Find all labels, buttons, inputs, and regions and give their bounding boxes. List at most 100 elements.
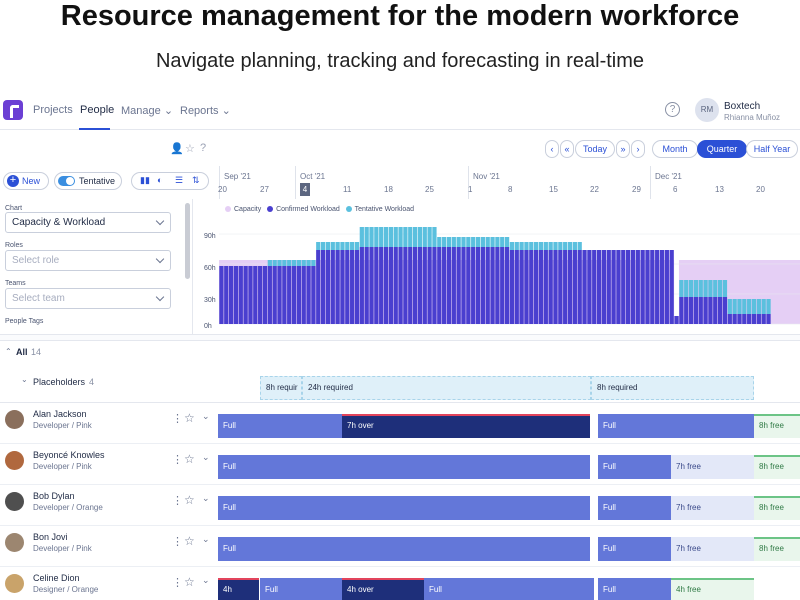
tentative-bar[interactable]	[379, 227, 384, 247]
star-icon[interactable]: ☆	[184, 534, 195, 548]
workload-segment[interactable]: Full	[260, 578, 342, 600]
workload-segment[interactable]: Full	[598, 578, 671, 600]
workload-segment[interactable]: 7h free	[671, 496, 754, 520]
chevron-down-icon[interactable]: ⌄	[21, 375, 28, 384]
tentative-bar[interactable]	[504, 237, 510, 247]
confirmed-bar[interactable]	[500, 247, 505, 324]
confirmed-bar[interactable]	[732, 314, 737, 324]
tentative-toggle[interactable]: Tentative	[54, 172, 122, 190]
confirmed-bar[interactable]	[669, 250, 674, 324]
confirmed-bar[interactable]	[417, 247, 423, 324]
nav-manage[interactable]: Manage ⌄	[121, 104, 173, 117]
star-icon[interactable]: ☆	[184, 575, 195, 589]
confirmed-bar[interactable]	[717, 297, 723, 324]
confirmed-bar[interactable]	[635, 250, 640, 324]
tentative-bar[interactable]	[529, 242, 534, 250]
tentative-bar[interactable]	[446, 237, 452, 247]
confirmed-bar[interactable]	[248, 266, 253, 324]
tentative-bar[interactable]	[534, 242, 539, 250]
more-menu-icon[interactable]: ⋮	[172, 453, 183, 466]
fast-back-icon[interactable]: «	[560, 140, 574, 158]
workload-segment[interactable]: Full	[218, 496, 590, 520]
tentative-bar[interactable]	[485, 237, 490, 247]
tentative-bar[interactable]	[751, 299, 757, 314]
tentative-bar[interactable]	[272, 260, 277, 266]
confirmed-bar[interactable]	[277, 266, 282, 324]
confirmed-bar[interactable]	[233, 266, 239, 324]
confirmed-bar[interactable]	[485, 247, 490, 324]
tentative-bar[interactable]	[737, 299, 742, 314]
confirmed-bar[interactable]	[340, 250, 345, 324]
tentative-bar[interactable]	[703, 280, 708, 297]
tentative-bar[interactable]	[316, 242, 321, 250]
confirmed-bar[interactable]	[722, 297, 728, 324]
tentative-bar[interactable]	[713, 280, 718, 297]
confirmed-bar[interactable]	[703, 297, 708, 324]
workload-segment[interactable]: Full	[598, 537, 671, 561]
tentative-bar[interactable]	[369, 227, 374, 247]
tentative-bar[interactable]	[388, 227, 393, 247]
tentative-bar[interactable]	[359, 227, 364, 247]
all-people-row[interactable]: ⌃ All 14	[0, 343, 800, 363]
collapse-icon[interactable]: ⌃	[5, 347, 12, 356]
confirmed-bar[interactable]	[650, 250, 655, 324]
tentative-bar[interactable]	[577, 242, 582, 250]
chevron-down-icon[interactable]: ⌄	[202, 411, 210, 422]
confirmed-bar[interactable]	[679, 297, 684, 324]
confirmed-bar[interactable]	[335, 250, 340, 324]
tentative-bar[interactable]	[417, 227, 423, 247]
workload-segment[interactable]: Full	[598, 414, 754, 438]
confirmed-bar[interactable]	[572, 250, 577, 324]
confirmed-bar[interactable]	[432, 247, 437, 324]
tentative-bar[interactable]	[311, 260, 316, 266]
confirmed-bar[interactable]	[621, 250, 626, 324]
confirmed-bar[interactable]	[737, 314, 742, 324]
confirmed-bar[interactable]	[238, 266, 243, 324]
avatar[interactable]	[5, 451, 24, 470]
more-menu-icon[interactable]: ⋮	[172, 576, 183, 589]
workload-segment[interactable]: Full	[218, 414, 342, 438]
confirmed-bar[interactable]	[509, 250, 515, 324]
confirmed-bar[interactable]	[272, 266, 277, 324]
tentative-bar[interactable]	[374, 227, 379, 247]
confirmed-bar[interactable]	[582, 250, 587, 324]
confirmed-bar[interactable]	[442, 247, 447, 324]
confirmed-bar[interactable]	[616, 250, 621, 324]
confirmed-bar[interactable]	[626, 250, 631, 324]
list-icon[interactable]: ☰	[175, 175, 183, 186]
chevron-down-icon[interactable]: ⌄	[202, 575, 210, 586]
confirmed-bar[interactable]	[364, 247, 369, 324]
filter-scrollbar[interactable]	[185, 203, 190, 279]
help-icon[interactable]: ?	[665, 102, 680, 117]
view-month-button[interactable]: Month	[652, 140, 698, 158]
tentative-bar[interactable]	[451, 237, 456, 247]
user-avatar[interactable]: RM	[695, 98, 719, 122]
tentative-bar[interactable]	[722, 280, 728, 297]
confirmed-bar[interactable]	[747, 314, 752, 324]
tentative-bar[interactable]	[277, 260, 282, 266]
confirmed-bar[interactable]	[374, 247, 379, 324]
tentative-bar[interactable]	[267, 260, 272, 266]
avatar[interactable]	[5, 533, 24, 552]
tentative-bar[interactable]	[432, 227, 437, 247]
nav-people[interactable]: People	[80, 104, 114, 116]
tentative-bar[interactable]	[480, 237, 485, 247]
person-name[interactable]: Alan Jackson	[33, 409, 87, 419]
confirmed-bar[interactable]	[316, 250, 321, 324]
tentative-bar[interactable]	[301, 260, 306, 266]
placeholder-bar[interactable]: 8h required	[591, 376, 754, 400]
more-menu-icon[interactable]: ⋮	[172, 412, 183, 425]
confirmed-bar[interactable]	[451, 247, 456, 324]
confirmed-bar[interactable]	[577, 250, 582, 324]
confirmed-bar[interactable]	[350, 250, 355, 324]
tentative-bar[interactable]	[679, 280, 684, 297]
toggle-icon[interactable]: ◐	[157, 175, 162, 185]
confirmed-bar[interactable]	[490, 247, 495, 324]
confirmed-bar[interactable]	[379, 247, 384, 324]
confirmed-bar[interactable]	[412, 247, 418, 324]
confirmed-bar[interactable]	[534, 250, 539, 324]
star-icon[interactable]: ☆	[184, 452, 195, 466]
confirmed-bar[interactable]	[688, 297, 694, 324]
confirmed-bar[interactable]	[393, 247, 398, 324]
confirmed-bar[interactable]	[258, 266, 263, 324]
